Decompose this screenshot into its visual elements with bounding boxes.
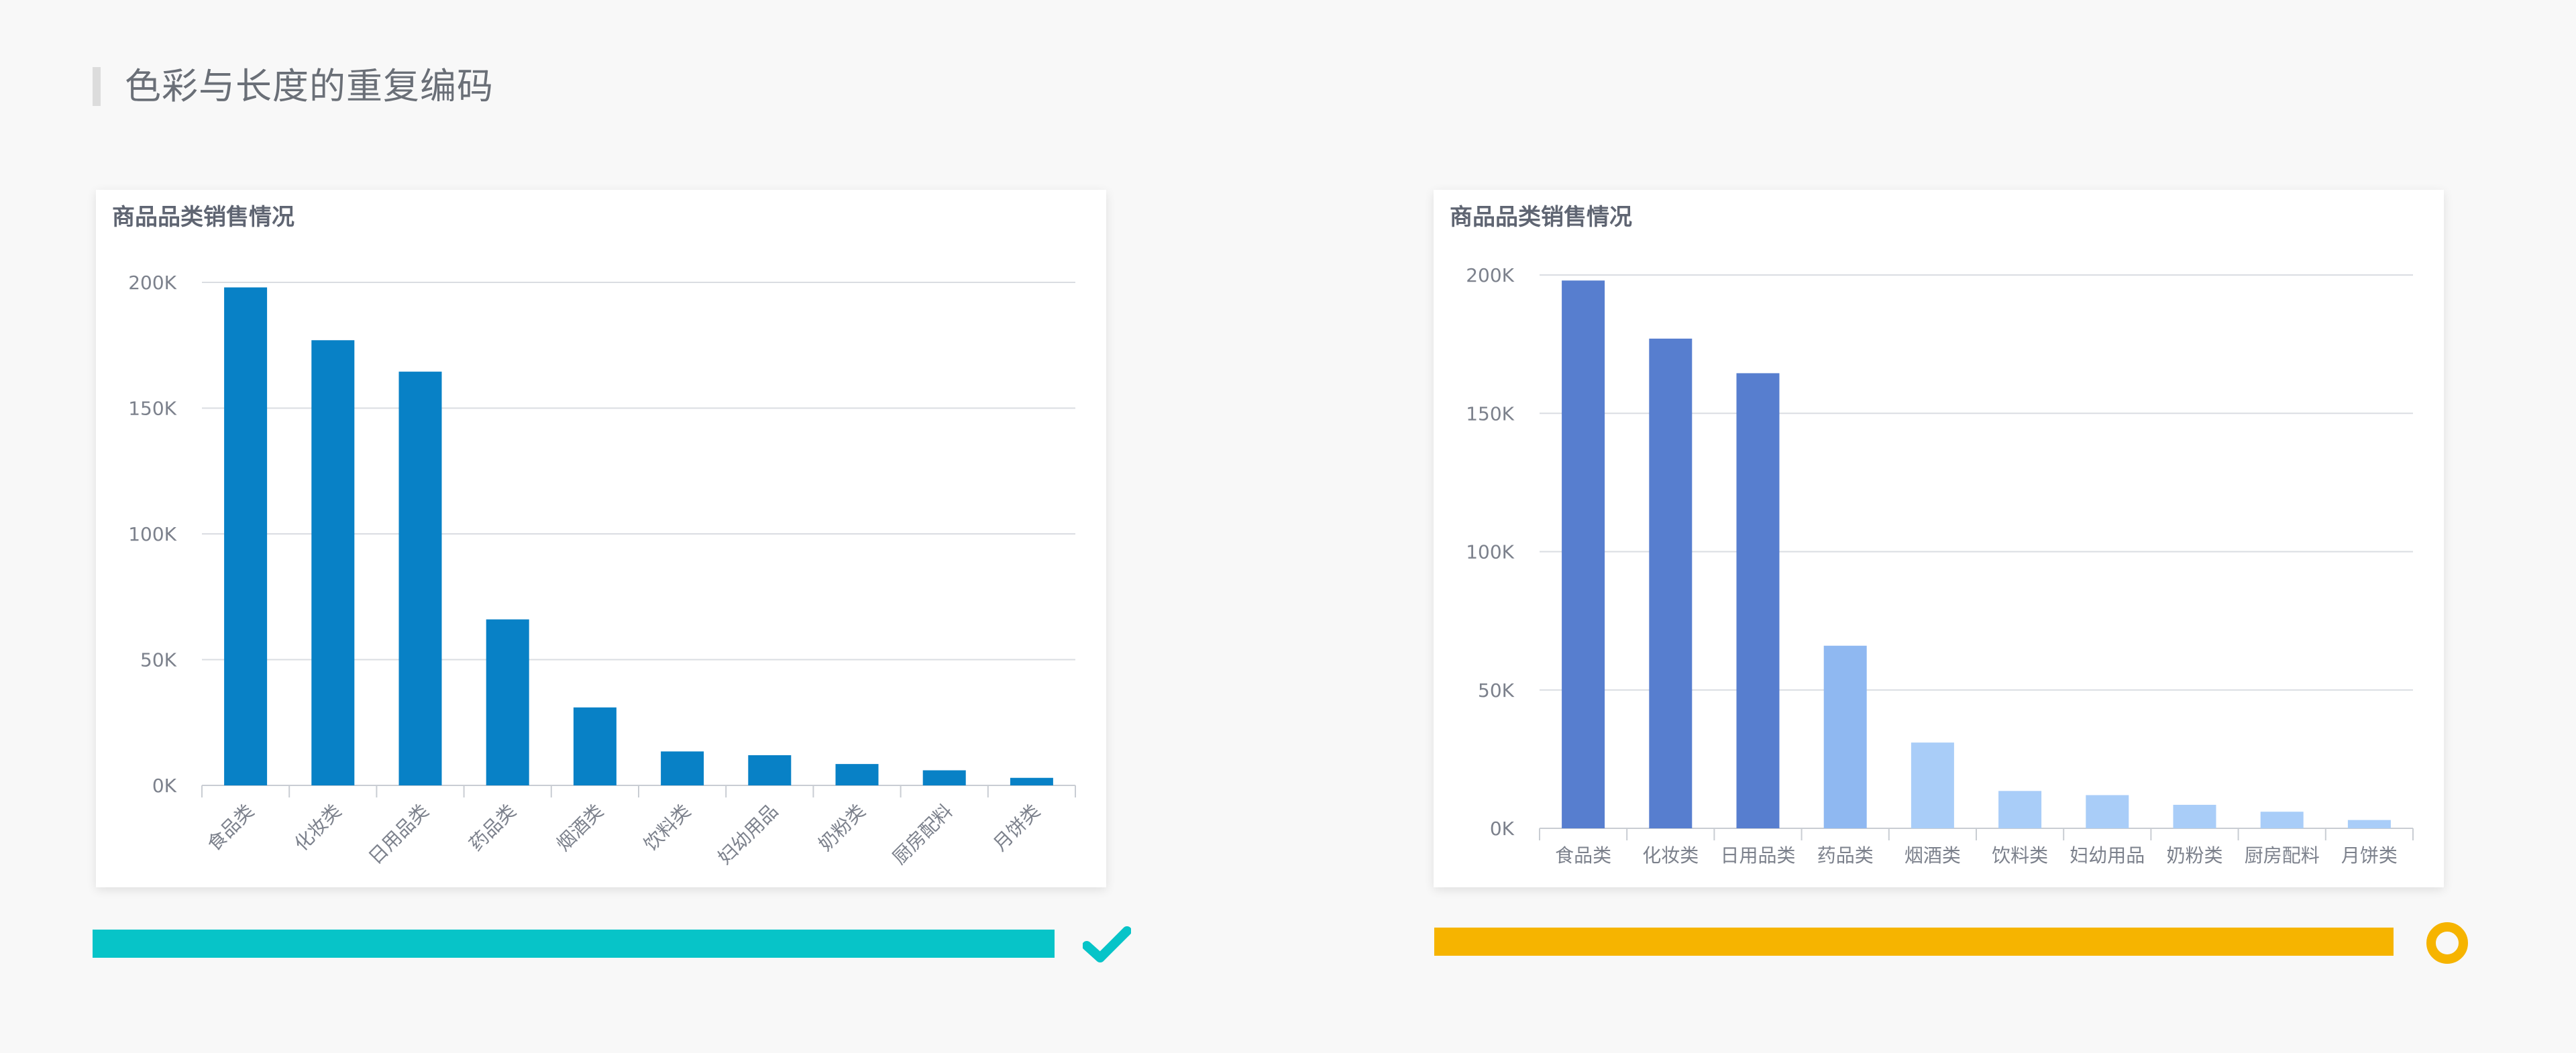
left-x-tick-label: 日用品类 <box>364 800 433 869</box>
left-x-tick-label: 烟酒类 <box>552 800 608 856</box>
left-bar <box>661 751 704 785</box>
left-bar <box>922 770 966 785</box>
left-y-tick-label: 100K <box>128 523 176 545</box>
left-x-tick-label: 妇幼用品 <box>714 800 783 869</box>
right-bar-chart: 0K 50K 100K 150K 200K 食品类 化妆类 日用品类 药品类 烟酒类 饮料类 妇幼用品… <box>1466 264 2414 867</box>
right-x-tick-label: 食品类 <box>1555 844 1611 867</box>
left-x-tick-label: 奶粉类 <box>814 800 870 856</box>
right-bar <box>2086 795 2129 828</box>
right-y-tick-label: 150K <box>1466 402 1514 425</box>
right-bar <box>1562 280 1605 828</box>
left-x-tick-label: 食品类 <box>203 800 258 856</box>
left-x-tick-label: 月饼类 <box>989 800 1044 856</box>
right-y-tick-label: 200K <box>1466 264 1514 286</box>
right-bar <box>2347 820 2391 828</box>
left-status-bar <box>93 930 1055 958</box>
left-bar <box>486 619 529 785</box>
check-icon-stroke <box>1083 926 1131 962</box>
right-status-bar <box>1434 928 2394 956</box>
right-x-tick-label: 月饼类 <box>2341 844 2398 867</box>
left-x-tick-label: 化妆类 <box>290 800 346 856</box>
left-y-tick-label: 0K <box>152 775 177 797</box>
page-title: 色彩与长度的重复编码 <box>125 65 494 107</box>
right-x-tick-label: 奶粉类 <box>2166 844 2222 867</box>
left-bar-chart: 0K 50K 100K 150K 200K 食品类 化妆类 日用品类 药品类 烟酒类 饮料类 妇幼用品… <box>128 272 1076 869</box>
right-bar <box>2260 812 2304 828</box>
left-x-tick-label: 厨房配料 <box>888 800 957 869</box>
right-y-tick-label: 50K <box>1478 679 1515 702</box>
right-x-tick-label: 药品类 <box>1817 844 1874 867</box>
right-x-tick-label: 饮料类 <box>1992 844 2048 867</box>
page-root: 色彩与长度的重复编码 商品品类销售情况 0K 50K 100K 150K 200K 食品类… <box>0 0 2576 1053</box>
right-x-tick-label: 厨房配料 <box>2245 844 2320 867</box>
title-accent-bar <box>93 67 101 106</box>
left-bar <box>835 764 879 785</box>
ring-icon <box>2426 922 2468 964</box>
right-bar <box>1736 373 1780 828</box>
left-bar <box>398 372 442 785</box>
left-y-tick-label: 50K <box>140 649 177 671</box>
right-bar <box>1823 645 1867 828</box>
left-bar <box>573 707 616 785</box>
right-x-tick-label: 烟酒类 <box>1904 844 1961 867</box>
page-header: 色彩与长度的重复编码 <box>93 64 494 109</box>
right-chart-card: 商品品类销售情况 0K 50K 100K 150K 200K 食品类 化妆类 日用品类 药品类烟… <box>1434 190 2444 887</box>
check-icon <box>1083 926 1131 962</box>
left-x-tick-label: 药品类 <box>465 800 521 856</box>
right-bar <box>1911 742 1954 828</box>
right-x-tick-label: 日用品类 <box>1720 844 1795 867</box>
left-y-tick-label: 200K <box>128 272 176 294</box>
left-bar <box>311 340 355 785</box>
left-bar <box>1010 777 1053 785</box>
right-bar <box>2173 804 2216 828</box>
ring-icon-stroke <box>2426 922 2468 964</box>
left-chart-card: 商品品类销售情况 0K 50K 100K 150K 200K 食品类 化妆类 日用品类 药品类烟… <box>96 190 1106 887</box>
right-y-tick-label: 100K <box>1466 541 1514 563</box>
right-x-tick-label: 妇幼用品 <box>2070 844 2145 867</box>
left-y-tick-label: 150K <box>128 398 176 420</box>
right-bar <box>1649 338 1693 828</box>
right-x-tick-label: 化妆类 <box>1642 844 1699 867</box>
left-bar <box>748 755 792 785</box>
left-x-tick-label: 饮料类 <box>639 800 695 856</box>
right-bar <box>1998 791 2042 828</box>
right-y-tick-label: 0K <box>1490 818 1515 840</box>
left-bar <box>224 287 268 785</box>
